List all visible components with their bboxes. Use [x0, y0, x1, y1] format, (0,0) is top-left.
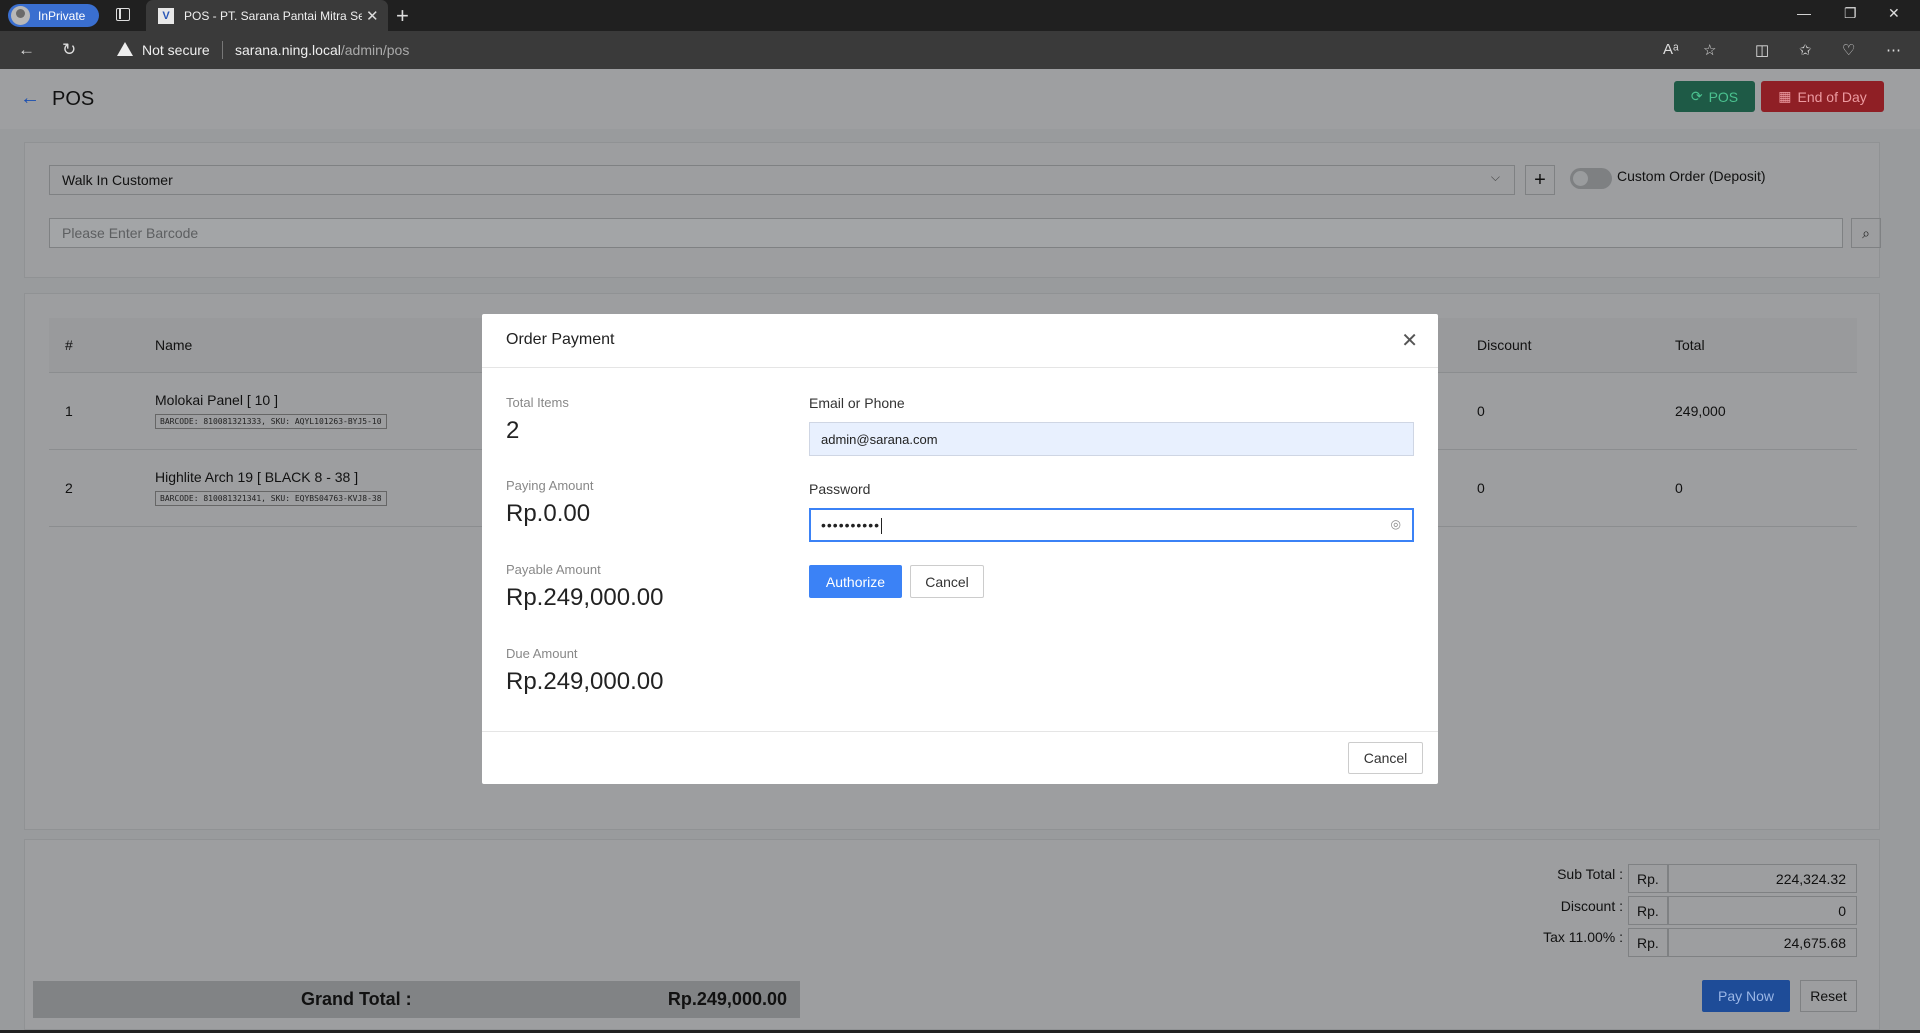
- modal-header: Order Payment ✕: [482, 314, 1438, 368]
- warning-icon: [117, 42, 133, 56]
- payable-amount-label: Payable Amount: [506, 562, 601, 577]
- password-label: Password: [809, 481, 871, 497]
- grand-total-value: Rp.249,000.00: [667, 989, 787, 1009]
- tax-label: Tax 11.00% :: [1543, 929, 1623, 945]
- tax-currency: Rp.: [1628, 928, 1668, 957]
- customer-card: Walk In Customer ⌵ + Custom Order (Depos…: [24, 142, 1881, 278]
- minimize-icon[interactable]: —: [1797, 5, 1811, 21]
- paying-amount-label: Paying Amount: [506, 478, 594, 493]
- tab-close-icon[interactable]: ✕: [366, 7, 379, 25]
- row-num: 1: [49, 372, 139, 450]
- product-meta: BARCODE: 810081321341, SKU: EQYBS04763-K…: [155, 491, 387, 506]
- password-value: ••••••••••: [821, 517, 881, 533]
- search-button[interactable]: ⌕: [1851, 218, 1881, 248]
- close-icon[interactable]: ✕: [1401, 328, 1418, 353]
- order-payment-modal: Order Payment ✕ Total Items 2 Paying Amo…: [482, 314, 1438, 784]
- end-of-day-button[interactable]: ▦ End of Day: [1761, 81, 1884, 112]
- summary-card: Sub Total : Rp. 224,324.32 Discount : Rp…: [24, 839, 1880, 1030]
- subtotal-value: 224,324.32: [1668, 864, 1857, 893]
- subtotal-label: Sub Total :: [1557, 866, 1623, 882]
- reset-button[interactable]: Reset: [1800, 980, 1857, 1012]
- row-num: 2: [49, 449, 139, 527]
- col-discount: Discount: [1461, 318, 1659, 373]
- tax-value: 24,675.68: [1668, 928, 1857, 957]
- url-field[interactable]: sarana.ning.local/admin/pos: [235, 42, 409, 58]
- url-host: sarana.ning.local: [235, 42, 341, 58]
- customer-select[interactable]: Walk In Customer ⌵: [49, 165, 1515, 195]
- product-meta: BARCODE: 810081321333, SKU: AQYL101263-B…: [155, 414, 387, 429]
- custom-order-label: Custom Order (Deposit): [1617, 168, 1766, 184]
- password-field[interactable]: •••••••••• ◎: [809, 508, 1414, 542]
- paying-amount-value: Rp.0.00: [506, 500, 591, 527]
- browser-tab-active[interactable]: V POS - PT. Sarana Pantai Mitra Se ✕: [146, 0, 388, 31]
- row-total: 249,000: [1659, 372, 1857, 450]
- search-icon: ⌕: [1862, 225, 1870, 241]
- modal-title: Order Payment: [506, 331, 615, 348]
- back-arrow-icon[interactable]: ←: [20, 87, 40, 110]
- eye-slash-icon[interactable]: ◎: [1391, 517, 1402, 531]
- end-of-day-label: End of Day: [1797, 88, 1867, 105]
- email-value: admin@sarana.com: [821, 432, 938, 447]
- pos-button-label: POS: [1708, 88, 1739, 105]
- add-customer-button[interactable]: +: [1525, 165, 1555, 195]
- split-screen-icon[interactable]: ◫: [1755, 41, 1769, 59]
- due-amount-label: Due Amount: [506, 646, 578, 661]
- footer-cancel-button[interactable]: Cancel: [1348, 742, 1423, 774]
- authorize-button[interactable]: Authorize: [809, 565, 902, 598]
- favorite-star-icon[interactable]: ☆: [1703, 41, 1716, 59]
- restore-icon[interactable]: ❐: [1844, 5, 1857, 22]
- page-title: POS: [52, 88, 95, 110]
- text-caret: [881, 518, 883, 535]
- row-discount: 0: [1461, 449, 1659, 527]
- more-menu-icon[interactable]: ⋯: [1886, 41, 1901, 59]
- browser-address-bar: ← ↻ Not secure sarana.ning.local/admin/p…: [0, 31, 1920, 69]
- inprivate-label: InPrivate: [38, 8, 86, 23]
- browser-essentials-icon[interactable]: ♡: [1842, 41, 1855, 59]
- site-favicon-icon: V: [158, 7, 174, 24]
- pay-now-button[interactable]: Pay Now: [1702, 980, 1790, 1012]
- tab-title: POS - PT. Sarana Pantai Mitra Se: [184, 8, 362, 23]
- custom-order-toggle[interactable]: [1570, 168, 1612, 189]
- discount-currency: Rp.: [1628, 896, 1668, 925]
- col-num: #: [49, 318, 139, 373]
- inprivate-badge[interactable]: InPrivate: [8, 4, 99, 27]
- profile-avatar-icon: [11, 6, 30, 25]
- page-header: ← POS ⟳ POS ▦ End of Day: [0, 69, 1920, 129]
- total-items-label: Total Items: [506, 395, 569, 410]
- security-label[interactable]: Not secure: [142, 42, 210, 58]
- email-field[interactable]: admin@sarana.com: [809, 422, 1414, 456]
- discount-value: 0: [1668, 896, 1857, 925]
- grand-total-bar: Grand Total : Rp.249,000.00: [33, 981, 800, 1018]
- browser-tab-bar: InPrivate V POS - PT. Sarana Pantai Mitr…: [0, 0, 1920, 31]
- subtotal-currency: Rp.: [1628, 864, 1668, 893]
- favorites-icon[interactable]: ✩: [1799, 41, 1812, 59]
- due-amount-value: Rp.249,000.00: [506, 668, 664, 695]
- barcode-input[interactable]: Please Enter Barcode: [49, 218, 1843, 248]
- email-label: Email or Phone: [809, 395, 905, 411]
- address-separator: [222, 41, 223, 59]
- calendar-icon: ▦: [1778, 88, 1792, 104]
- row-discount: 0: [1461, 372, 1659, 450]
- new-tab-icon[interactable]: +: [396, 3, 409, 29]
- window-close-icon[interactable]: ✕: [1888, 5, 1900, 22]
- refresh-icon[interactable]: ↻: [62, 40, 76, 60]
- url-path: /admin/pos: [340, 42, 410, 58]
- modal-footer: Cancel: [482, 731, 1438, 784]
- chevron-down-icon: ⌵: [1490, 170, 1500, 184]
- col-total: Total: [1659, 318, 1857, 373]
- cancel-button[interactable]: Cancel: [910, 565, 984, 598]
- row-total: 0: [1659, 449, 1857, 527]
- total-items-value: 2: [506, 417, 520, 444]
- back-icon[interactable]: ←: [18, 40, 35, 60]
- refresh-icon: ⟳: [1690, 88, 1703, 104]
- grand-total-label: Grand Total :: [301, 989, 412, 1009]
- discount-label: Discount :: [1560, 898, 1623, 914]
- barcode-placeholder: Please Enter Barcode: [62, 225, 199, 241]
- customer-selected-value: Walk In Customer: [62, 172, 173, 188]
- tab-actions-icon[interactable]: [116, 8, 130, 21]
- payable-amount-value: Rp.249,000.00: [506, 584, 664, 611]
- read-aloud-icon[interactable]: Aᵃ: [1663, 41, 1679, 58]
- pos-button[interactable]: ⟳ POS: [1674, 81, 1755, 112]
